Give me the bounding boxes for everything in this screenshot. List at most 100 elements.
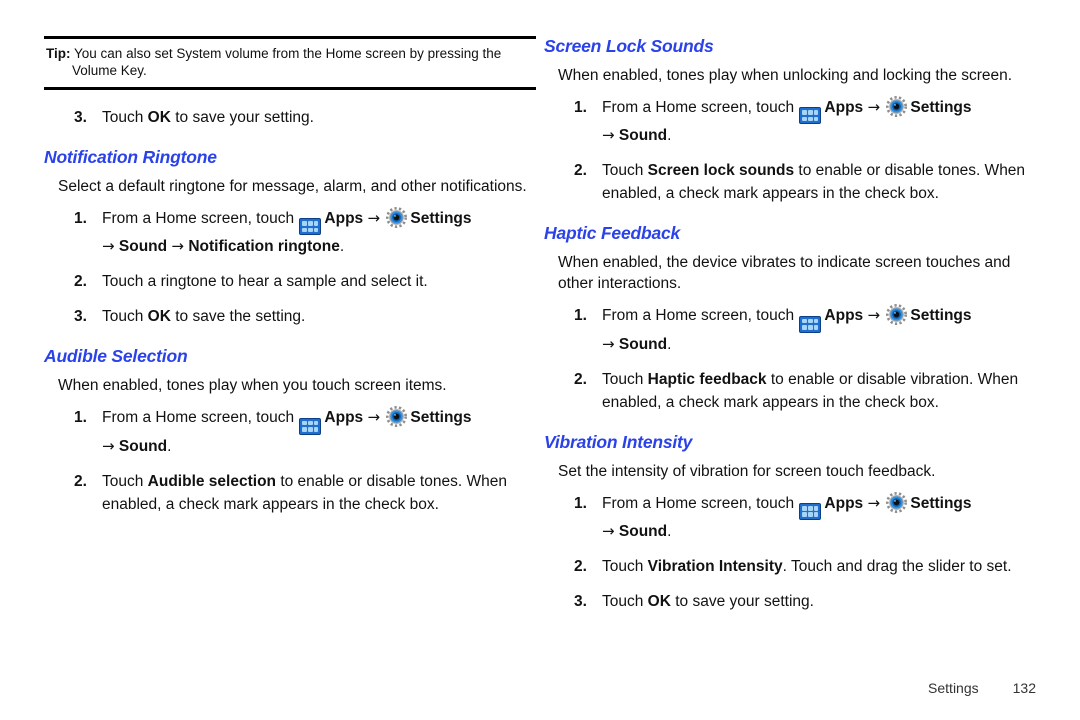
step-item: 1. From a Home screen, touch Apps → Sett… (544, 96, 1036, 147)
step-item: 2. Touch Vibration Intensity. Touch and … (544, 555, 1036, 578)
arrow-icon: → (171, 237, 184, 256)
step-text: From a Home screen, touch Apps → Setting… (102, 207, 536, 258)
step-item: 1. From a Home screen, touch Apps → Sett… (544, 304, 1036, 355)
step-text-post: to save the setting. (170, 308, 306, 326)
step-item: 1. From a Home screen, touch Apps → Sett… (44, 406, 536, 457)
step-subline-post: . (667, 522, 672, 540)
apps-label: Apps (824, 99, 864, 116)
footer-page-number: 132 (1012, 680, 1036, 696)
step-number: 3. (74, 109, 87, 126)
arrow-icon: → (602, 521, 615, 540)
step-item: 1. From a Home screen, touch Apps → Sett… (544, 491, 1036, 543)
apps-grid-icon[interactable] (799, 107, 822, 125)
apps-label: Apps (324, 409, 364, 427)
step-number: 2. (574, 162, 587, 180)
section-heading-audible-selection: Audible Selection (44, 346, 188, 367)
arrow-icon: → (867, 98, 881, 116)
step-text: From a Home screen, touch Apps → Setting… (602, 96, 1036, 147)
step-subline: → Sound → Notification ringtone. (102, 235, 536, 258)
gear-icon[interactable] (886, 304, 908, 326)
gear-icon[interactable] (386, 207, 408, 228)
settings-label: Settings (910, 99, 972, 116)
step-text-post: to save your setting. (670, 592, 814, 610)
settings-label: Settings (410, 409, 472, 427)
step-text-bold: Audible selection (147, 472, 277, 490)
tip-text: Tip: You can also set System volume from… (46, 45, 534, 79)
step-text-pre: From a Home screen, touch (102, 409, 299, 427)
section-heading-screen-lock-sounds: Screen Lock Sounds (544, 36, 714, 56)
section-body: When enabled, tones play when you touch … (58, 377, 447, 395)
step-item: 2. Touch a ringtone to hear a sample and… (44, 270, 536, 293)
apps-grid-icon[interactable] (299, 417, 322, 435)
step-number: 1. (574, 494, 587, 512)
gear-icon[interactable] (386, 406, 408, 428)
step-text-pre: From a Home screen, touch (602, 99, 799, 116)
step-item: 3. Touch OK to save your setting. (44, 106, 536, 129)
section-body: When enabled, tones play when unlocking … (558, 67, 1013, 84)
step-number: 1. (74, 409, 87, 427)
step-text: Touch Audible selection to enable or dis… (102, 470, 536, 516)
settings-label: Settings (910, 307, 972, 325)
sound-label: Sound (618, 335, 668, 353)
step-text-bold: OK (647, 592, 671, 610)
step-number: 1. (574, 99, 587, 116)
section-body: When enabled, the device vibrates to ind… (558, 254, 1011, 293)
apps-label: Apps (824, 307, 864, 325)
sound-label: Sound (118, 437, 168, 455)
step-item: 2. Touch Audible selection to enable or … (44, 470, 536, 516)
arrow-icon: → (102, 436, 115, 455)
step-text-pre: From a Home screen, touch (602, 307, 799, 325)
step-item: 3. Touch OK to save your setting. (544, 590, 1036, 613)
step-item: 1. From a Home screen, touch Apps → Sett… (44, 207, 536, 258)
step-number: 2. (574, 370, 587, 388)
step-text: Touch OK to save your setting. (602, 590, 1036, 613)
tip-label: Tip: (46, 46, 71, 61)
gear-icon[interactable] (886, 491, 908, 513)
step-number: 2. (74, 273, 87, 291)
left-column: Tip: You can also set System volume from… (44, 36, 536, 625)
step-item: 2. Touch Screen lock sounds to enable or… (544, 159, 1036, 205)
step-text-bold: OK (147, 308, 171, 326)
step-number: 1. (74, 210, 87, 227)
tip-callout: Tip: You can also set System volume from… (44, 36, 536, 90)
step-text: From a Home screen, touch Apps → Setting… (602, 304, 1036, 355)
step-item: 3. Touch OK to save the setting. (44, 305, 536, 328)
step-text-pre: Touch (602, 557, 648, 575)
apps-label: Apps (824, 494, 864, 512)
step-subline: → Sound. (102, 435, 536, 458)
arrow-icon: → (367, 408, 381, 427)
apps-label: Apps (324, 210, 364, 227)
apps-grid-icon[interactable] (299, 218, 322, 236)
step-text-pre: Touch (102, 308, 148, 326)
sound-label: Sound (618, 522, 668, 540)
step-text-pre: From a Home screen, touch (602, 494, 799, 512)
apps-grid-icon[interactable] (799, 315, 822, 333)
apps-grid-icon[interactable] (799, 502, 822, 520)
settings-label: Settings (410, 210, 472, 227)
manual-page: Tip: You can also set System volume from… (0, 0, 1080, 720)
step-text: Touch OK to save your setting. (102, 106, 536, 129)
arrow-icon: → (367, 209, 381, 227)
step-text: Touch a ringtone to hear a sample and se… (102, 273, 428, 291)
step-text: Touch Vibration Intensity. Touch and dra… (602, 555, 1036, 578)
section-body: Select a default ringtone for message, a… (58, 178, 527, 195)
step-number: 1. (574, 307, 587, 325)
page-footer: Settings 132 (928, 680, 1036, 696)
step-text: Touch OK to save the setting. (102, 305, 536, 328)
step-number: 2. (74, 472, 87, 490)
step-item: 2. Touch Haptic feedback to enable or di… (544, 368, 1036, 414)
arrow-icon: → (102, 237, 115, 256)
gear-icon[interactable] (886, 96, 908, 117)
step-text: From a Home screen, touch Apps → Setting… (102, 406, 536, 457)
sound-label: Sound (118, 238, 168, 256)
arrow-icon: → (867, 493, 881, 512)
arrow-icon: → (602, 334, 615, 353)
step-text-bold: Vibration Intensity (647, 557, 783, 575)
settings-label: Settings (910, 494, 972, 512)
step-subline: → Sound. (602, 520, 1036, 543)
step-text: From a Home screen, touch Apps → Setting… (602, 491, 1036, 543)
step-subline-post: . (667, 335, 672, 353)
step-text-pre: From a Home screen, touch (102, 210, 299, 227)
arrow-icon: → (602, 126, 615, 145)
step-number: 3. (74, 308, 87, 326)
